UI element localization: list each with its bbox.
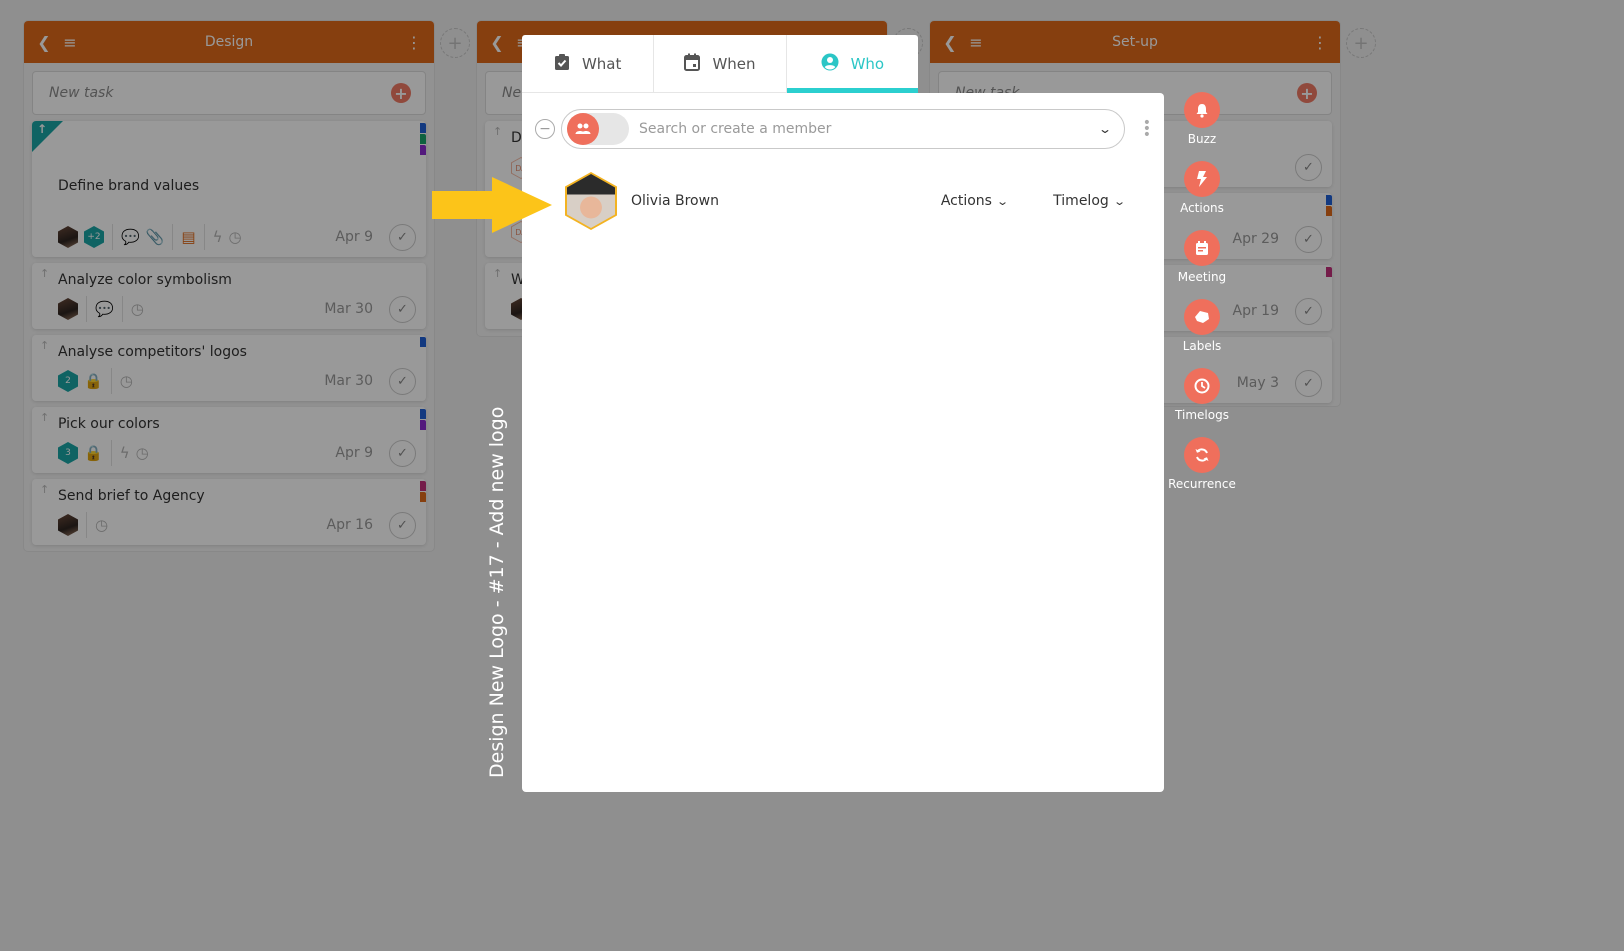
group-users-icon xyxy=(567,113,599,145)
lightning-icon xyxy=(1184,161,1220,197)
calendar-icon xyxy=(684,53,701,75)
member-row: Olivia Brown Actions ⌄ Timelog ⌄ xyxy=(565,172,1126,230)
bell-icon xyxy=(1184,92,1220,128)
tab-label: Who xyxy=(850,55,885,73)
task-detail-tabs: What When Who xyxy=(522,35,919,93)
chevron-down-icon: ⌄ xyxy=(996,194,1010,208)
actions-button[interactable]: Actions xyxy=(1166,161,1238,215)
member-actions-dropdown[interactable]: Actions ⌄ xyxy=(941,193,1010,209)
member-avatar[interactable] xyxy=(565,172,617,230)
tab-label: When xyxy=(712,54,756,73)
avatar-photo xyxy=(567,174,615,228)
member-search: ⌄ xyxy=(561,109,1125,149)
more-options-icon[interactable]: • • • xyxy=(1143,116,1151,142)
labels-button[interactable]: Labels xyxy=(1166,299,1238,353)
sync-icon xyxy=(1184,437,1220,473)
tab-when[interactable]: When xyxy=(654,35,787,93)
tab-label: What xyxy=(581,54,622,73)
member-timelog-dropdown[interactable]: Timelog ⌄ xyxy=(1053,193,1126,209)
user-circle-icon xyxy=(821,53,839,75)
tab-who[interactable]: Who xyxy=(786,35,919,93)
member-name: Olivia Brown xyxy=(631,193,719,209)
clipboard-check-icon xyxy=(554,53,570,75)
yellow-arrow-annotation xyxy=(432,177,552,233)
meeting-button[interactable]: Meeting xyxy=(1166,230,1238,284)
task-detail-modal: − ⌄ ••• Olivia Brown Actions ⌄ Timelog ⌄ xyxy=(522,93,1164,792)
timelogs-button[interactable]: Timelogs xyxy=(1166,368,1238,422)
chevron-down-icon: ⌄ xyxy=(1112,194,1126,208)
clock-icon xyxy=(1184,368,1220,404)
buzz-button[interactable]: Buzz xyxy=(1166,92,1238,146)
member-search-row: − ⌄ ••• xyxy=(535,109,1151,149)
member-search-input[interactable] xyxy=(639,121,1100,137)
tag-icon xyxy=(1184,299,1220,335)
tab-what[interactable]: What xyxy=(522,35,655,93)
recurrence-button[interactable]: Recurrence xyxy=(1166,437,1238,491)
chevron-down-icon[interactable]: ⌄ xyxy=(1098,122,1112,136)
team-toggle[interactable] xyxy=(567,113,629,145)
task-context-label: Design New Logo - #17 - Add new logo xyxy=(486,406,508,778)
remove-icon[interactable]: − xyxy=(535,119,555,139)
calendar-icon xyxy=(1184,230,1220,266)
